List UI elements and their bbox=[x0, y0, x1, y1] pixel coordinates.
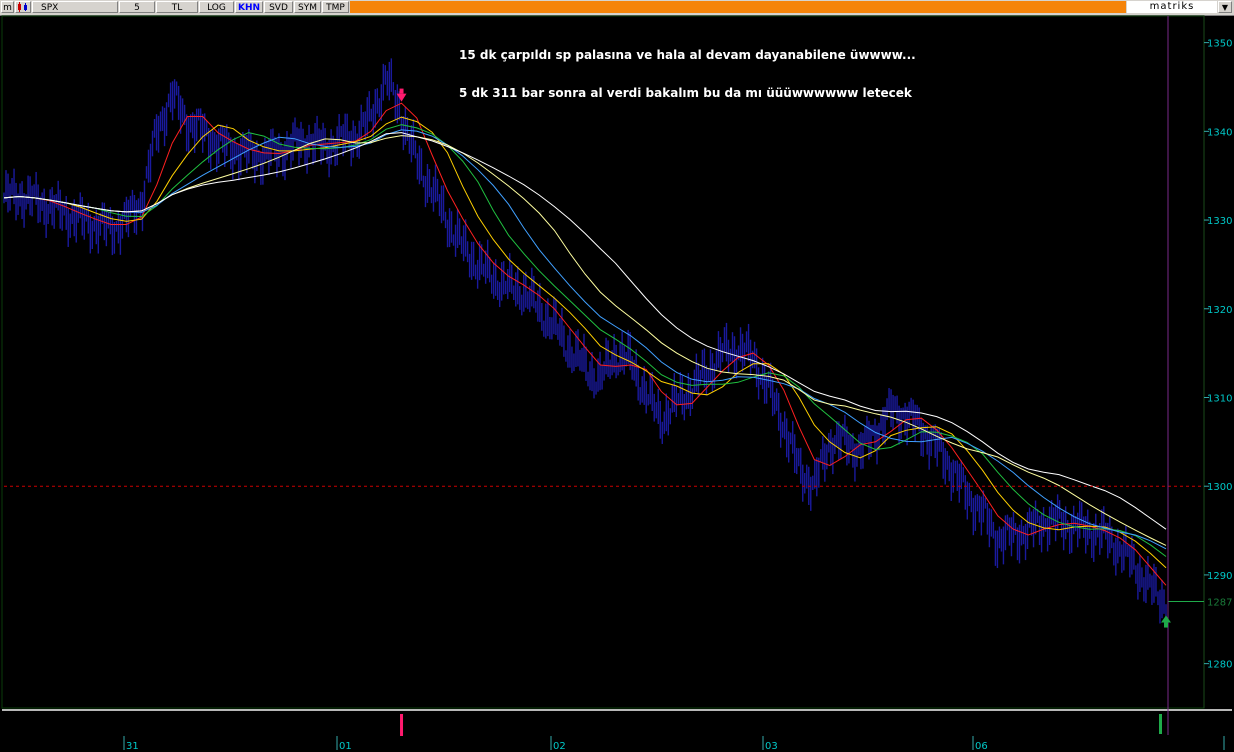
date-tick-label: 03 bbox=[765, 741, 778, 752]
last-price-label: 1287 bbox=[1207, 598, 1232, 609]
price-tick-label: 1300 bbox=[1207, 482, 1232, 493]
price-tick-label: 1310 bbox=[1207, 393, 1232, 404]
date-tick-label: 31 bbox=[126, 741, 139, 752]
price-tick-label: 1340 bbox=[1207, 127, 1232, 138]
price-tick-label: 1350 bbox=[1207, 39, 1232, 50]
sell-signal-marker bbox=[400, 714, 404, 736]
moving-average-line bbox=[3, 132, 1167, 530]
annotation-line-1: 15 dk çarpıldı sp palasına ve hala al de… bbox=[459, 48, 916, 62]
price-tick-label: 1280 bbox=[1207, 660, 1232, 671]
price-chart[interactable]: 1350 1340 1330 1320 1310 1300 1290 1280 1287 31… bbox=[0, 0, 1234, 752]
price-tick-label: 1320 bbox=[1207, 305, 1232, 316]
sell-signal-stem bbox=[399, 88, 404, 94]
moving-average-line bbox=[3, 116, 1167, 569]
buy-signal-stem bbox=[1164, 622, 1168, 628]
date-tick-label: 06 bbox=[975, 741, 988, 752]
date-tick-label: 02 bbox=[553, 741, 566, 752]
date-tick-label: 01 bbox=[339, 741, 352, 752]
buy-signal-marker bbox=[1159, 714, 1162, 734]
annotation-line-2: 5 dk 311 bar sonra al verdi bakalım bu d… bbox=[459, 86, 912, 100]
price-tick-label: 1330 bbox=[1207, 216, 1232, 227]
price-tick-label: 1290 bbox=[1207, 571, 1232, 582]
